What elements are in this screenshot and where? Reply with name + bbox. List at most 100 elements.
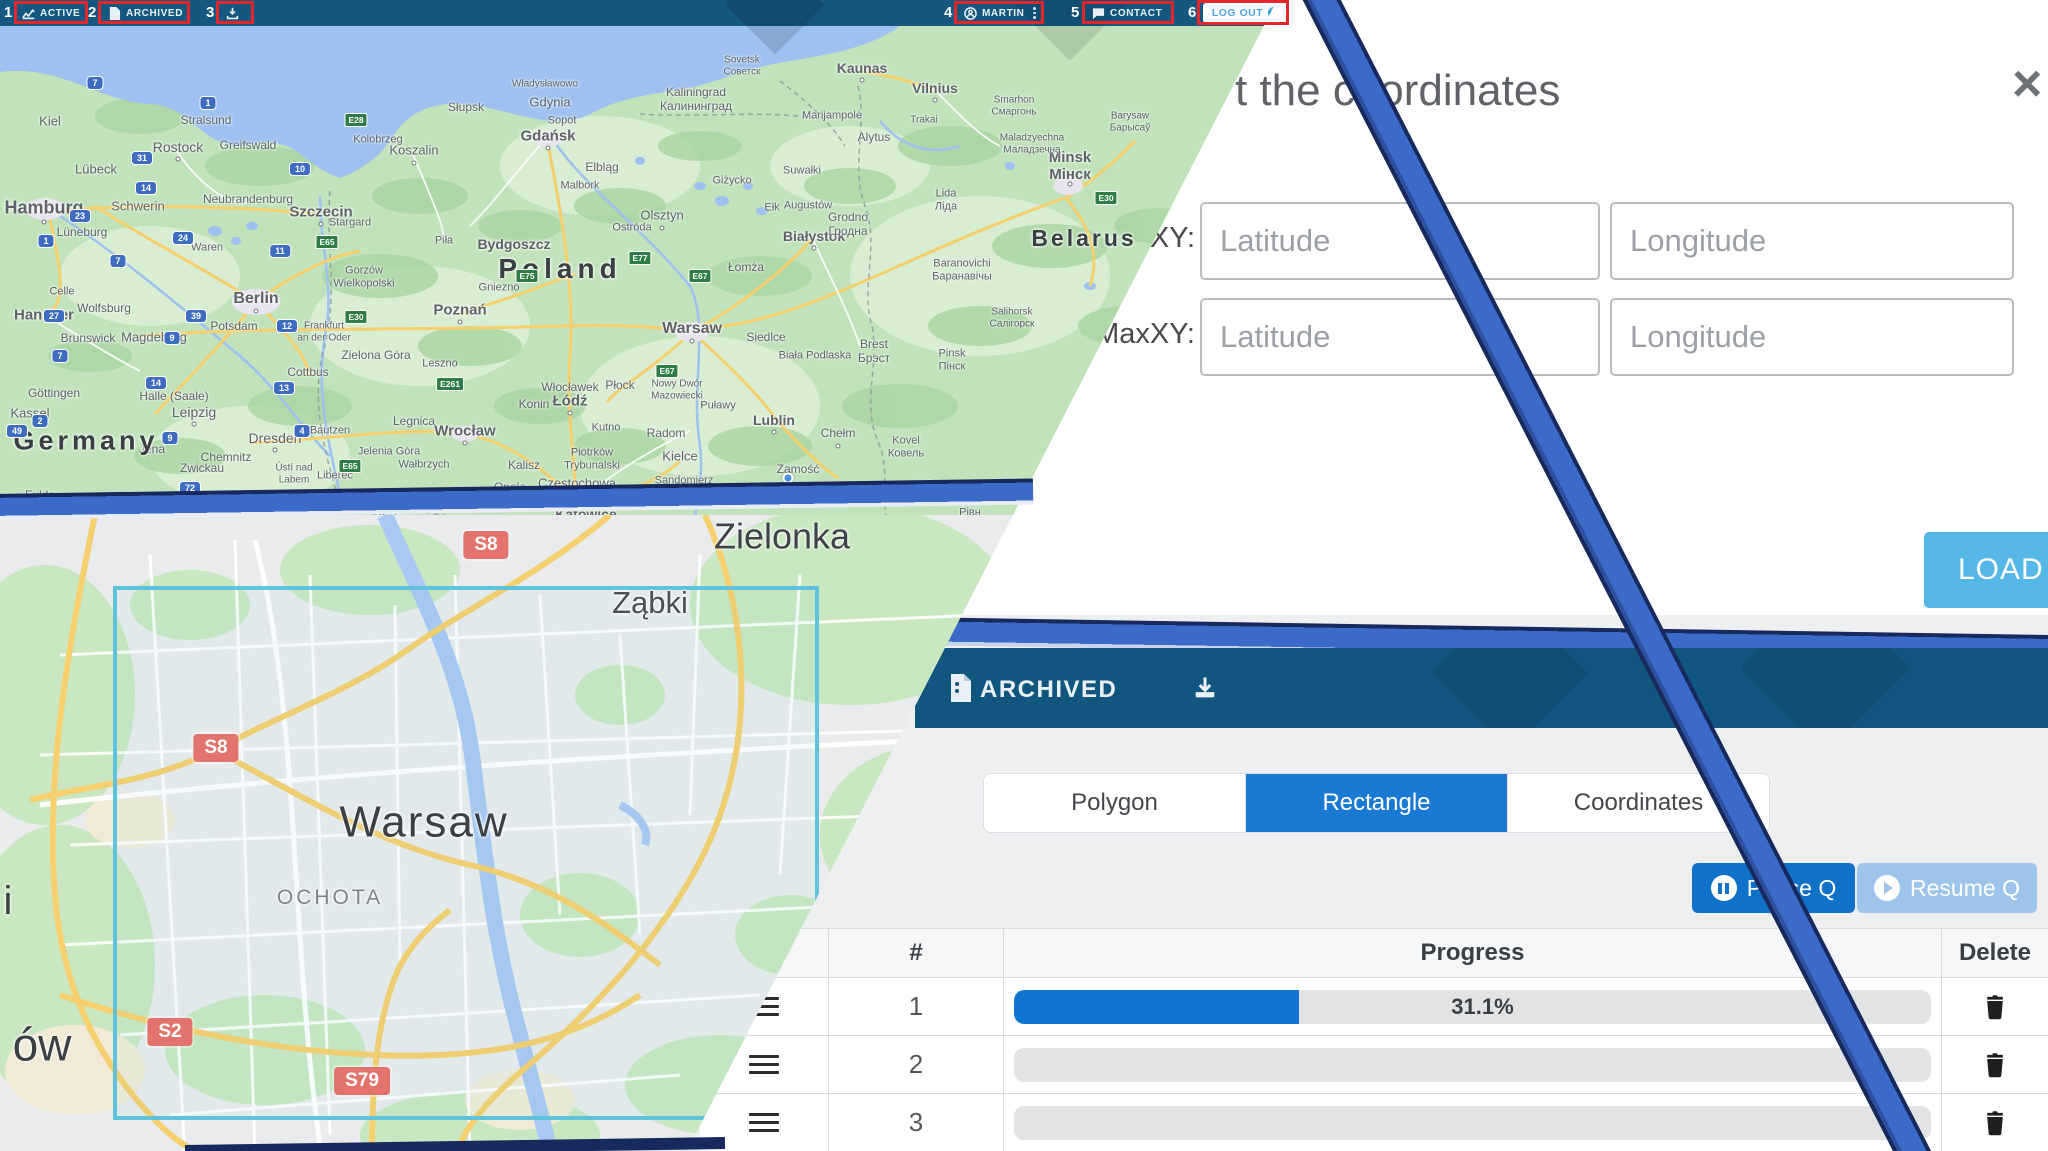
annotation-box-2 [98,1,190,24]
trash-icon[interactable] [1984,1110,2006,1136]
road-shield-E77: E77 [628,251,651,265]
map-label: Wałbrzych [399,459,450,472]
road-shield-31: 31 [131,151,153,165]
map-label: ów [13,1019,72,1072]
map-label: Leszno [422,358,457,371]
road-shield-E28: E28 [344,113,367,127]
map-label: Barysaw Барысаў [1110,111,1150,134]
map-label: Olsztyn [640,209,683,224]
road-shield-24: 24 [172,231,194,245]
road-shield-1: 1 [37,234,54,248]
header-delete: Delete [1941,929,2048,977]
map-label: Pinsk Пінск [939,347,966,372]
map-label: Greifswald [220,139,277,153]
map-label: Grodno Гродна [828,211,868,239]
resume-queue-button[interactable]: Resume Q [1857,863,2037,913]
map-label: Sovetsk Советск [723,55,760,78]
map-label: Stargard [329,217,371,230]
maxxy-latitude-placeholder: Latitude [1220,319,1330,355]
road-shield-12: 12 [276,319,298,333]
city-dot [660,226,665,231]
modal-title: t the coordinates [1235,66,1560,116]
map-label: Jelenia Góra [358,446,420,459]
map-label: Celle [49,286,74,299]
drag-handle-icon[interactable] [749,1055,779,1075]
trash-icon[interactable] [1984,994,2006,1020]
map-label: Łódź [553,392,588,409]
maxxy-longitude-input[interactable]: Longitude [1610,298,2014,376]
road-shield-13: 13 [273,381,295,395]
map-label: Maladzyechna Маладзечна [1000,133,1064,156]
road-shield-1: 1 [199,96,216,110]
load-button[interactable]: LOAD [1924,532,2048,608]
map-label: Wrocław [434,422,495,439]
queue-table-header: # Progress Delete [700,928,2048,978]
map-label: Kalisz [508,459,540,473]
map-label: Neubrandenburg [203,193,293,207]
map-label: Lida Ліда [935,187,957,212]
progress-percentage-label: 31.1% [1014,994,1951,1020]
row-number: 3 [828,1094,1003,1151]
map-label: Berlin [233,290,278,308]
download-icon[interactable] [1191,674,1219,707]
road-shield-E65: E65 [338,459,361,473]
road-shield-27: 27 [43,309,65,323]
header-number: # [828,929,1003,977]
map-label: Kutno [592,422,621,435]
map-label: Rostock [153,139,204,155]
map-label: Leipzig [172,404,216,420]
map-label: Konin [519,398,550,412]
city-dot [42,220,47,225]
map-label: Lübeck [75,163,117,178]
map-label: Zielonka [714,515,850,556]
drag-handle-icon[interactable] [749,1113,779,1133]
annotation-number-1: 1 [4,4,12,21]
map-label: Cottbus [287,366,328,380]
map-label: Belarus [1031,225,1136,251]
close-icon[interactable]: × [2012,58,2042,110]
map-label: Brest Брэст [858,338,890,366]
city-dot [546,146,551,151]
city-dot [836,444,841,449]
trash-icon[interactable] [1984,1052,2006,1078]
map-label: Ząbki [612,585,688,621]
map-label: Göttingen [28,387,80,401]
map-label: Płock [605,379,634,393]
tab-polygon[interactable]: Polygon [984,774,1245,832]
minxy-longitude-input[interactable]: Longitude [1610,202,2014,280]
app-canvas: t the coordinates × MinXY: Latitude Long… [0,0,2048,1151]
road-shield-E65: E65 [315,235,338,249]
map-label: Ostróda [612,222,651,235]
map-label: i [4,878,13,924]
map-label: Ústí nad Labem [275,463,312,486]
map-label: Bydgoszcz [477,236,550,252]
map-label: Radom [647,427,686,441]
map-label: Stralsund [181,114,232,128]
map-label: Kiel [39,115,61,130]
tab-rectangle[interactable]: Rectangle [1245,774,1507,832]
archived-file-icon [949,674,971,707]
city-dot [176,157,181,162]
archived-header-bar: ARCHIVED [915,648,2048,728]
map-label: Zielona Góra [341,349,410,363]
shape-tabs: Polygon Rectangle Coordinates [983,773,1770,833]
road-shield-E67: E67 [655,364,678,378]
map-label: Salihorsk Салігорск [990,307,1035,330]
map-label: Minsk Мінск [1049,149,1092,184]
road-shield-S8: S8 [463,531,508,559]
maxxy-latitude-input[interactable]: Latitude [1200,298,1600,376]
map-label: Kovel Ковель [888,434,924,459]
map-label: Warsaw [339,798,508,849]
minxy-latitude-input[interactable]: Latitude [1200,202,1600,280]
road-shield-E30: E30 [1094,191,1117,205]
progress-bar [1014,1106,1931,1140]
map-label: Gorzów Wielkopolski [333,264,394,289]
map-label: Suwałki [783,165,821,178]
queue-table-row: 3 [700,1094,2048,1151]
map-label: Schwerin [111,200,164,215]
map-label: Białystok [783,228,845,244]
map-label: Germany [13,425,158,456]
annotation-number-4: 4 [944,4,952,21]
map-label: Słupsk [448,101,484,115]
road-shield-10: 10 [289,162,311,176]
